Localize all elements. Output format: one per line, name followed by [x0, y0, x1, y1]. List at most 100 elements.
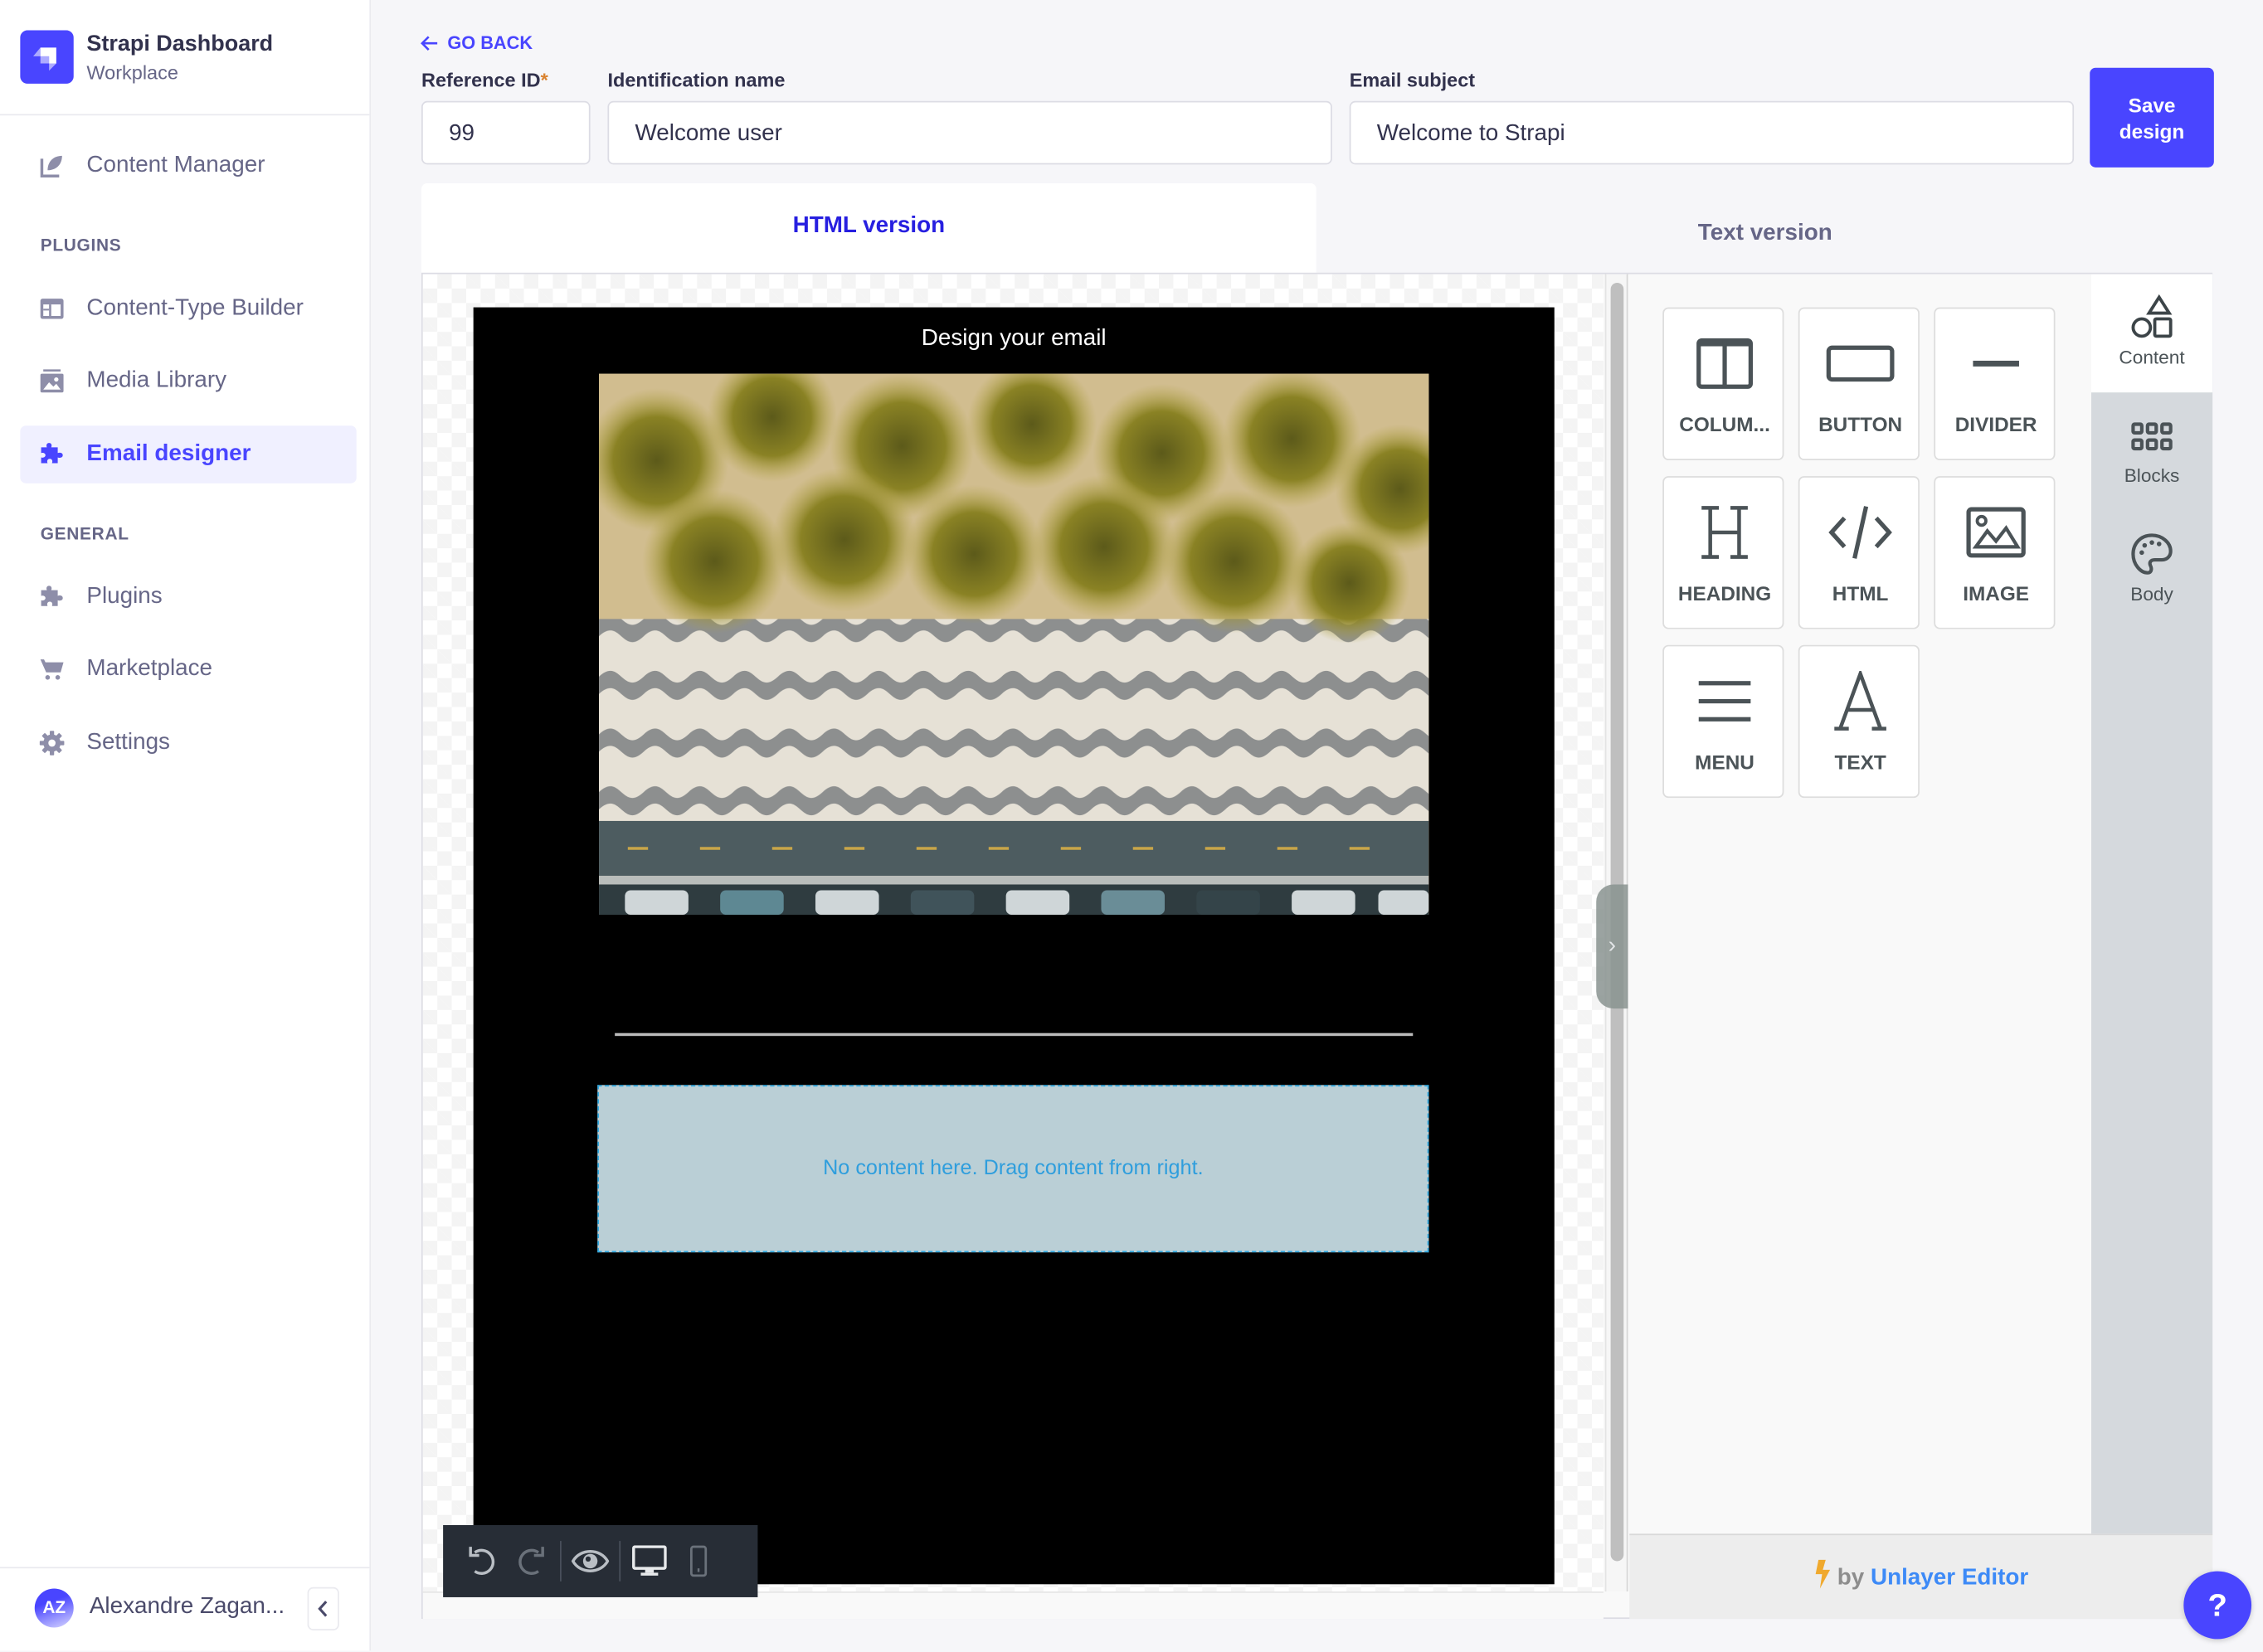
strapi-logo-icon — [20, 30, 74, 84]
required-mark: * — [540, 69, 548, 91]
tool-button[interactable]: BUTTON — [1798, 307, 1920, 460]
side-tab-body[interactable]: Body — [2091, 511, 2212, 629]
redo-button[interactable] — [507, 1537, 556, 1586]
user-name[interactable]: Alexandre Zagan... — [90, 1594, 285, 1620]
sidebar-item-email-designer[interactable]: Email designer — [20, 425, 357, 483]
blocks-grid-icon — [2091, 421, 2212, 468]
footer-by: by — [1837, 1565, 1865, 1591]
text-icon — [1800, 671, 1921, 731]
sidebar-item-marketplace[interactable]: Marketplace — [20, 640, 356, 698]
image-icon — [39, 368, 65, 394]
tool-label: HTML — [1832, 581, 1889, 605]
undo-icon — [469, 1547, 495, 1575]
tool-label: DIVIDER — [1954, 412, 2037, 436]
tab-html-version[interactable]: HTML version — [421, 182, 1316, 273]
shapes-icon — [2091, 294, 2212, 341]
empty-dropzone[interactable]: No content here. Drag content from right… — [597, 1085, 1429, 1253]
sidebar-item-label: Content Manager — [86, 153, 265, 177]
preview-eye-icon — [571, 1549, 610, 1572]
identification-name-input[interactable]: Welcome user — [607, 100, 1332, 165]
feather-icon — [39, 153, 65, 178]
sidebar-item-settings[interactable]: Settings — [20, 714, 356, 772]
side-tab-label: Content — [2119, 346, 2185, 368]
tool-label: IMAGE — [1963, 581, 2030, 605]
email-heading[interactable]: Design your email — [474, 326, 1555, 352]
collapse-sidebar-button[interactable] — [307, 1586, 339, 1630]
sidebar-item-label: Marketplace — [86, 656, 213, 682]
brand-header: Strapi Dashboard Workplace — [0, 0, 370, 116]
puzzle-icon — [39, 441, 65, 467]
user-bar: AZ Alexandre Zagan... — [0, 1567, 370, 1652]
chevron-left-icon — [318, 1601, 328, 1617]
tool-menu[interactable]: MENU — [1662, 644, 1784, 799]
sidebar-item-label: Content-Type Builder — [86, 295, 304, 321]
go-back-label: GO BACK — [447, 33, 533, 54]
toolbar-separator — [619, 1541, 621, 1582]
help-button[interactable]: ? — [2183, 1571, 2252, 1640]
arrow-left-icon — [421, 36, 438, 51]
mobile-view-icon — [689, 1545, 708, 1577]
sidebar-item-label: Settings — [86, 730, 170, 755]
avatar[interactable]: AZ — [34, 1588, 74, 1628]
tool-html[interactable]: HTML — [1798, 476, 1920, 629]
unlayer-link[interactable]: Unlayer Editor — [1871, 1566, 2028, 1591]
tool-label: BUTTON — [1818, 412, 1903, 436]
tool-label: COLUM... — [1679, 412, 1770, 436]
tool-label: MENU — [1695, 750, 1754, 774]
sidebar: Strapi Dashboard Workplace Content Manag… — [0, 0, 372, 1652]
identification-name-label: Identification name — [607, 69, 786, 91]
gear-icon — [39, 730, 65, 756]
preview-button[interactable] — [566, 1537, 615, 1586]
puzzle-icon — [39, 585, 65, 610]
brand-subtitle: Workplace — [86, 61, 178, 84]
tool-label: HEADING — [1677, 581, 1772, 605]
toolbar-separator — [560, 1541, 562, 1582]
beach-photo-image — [599, 373, 1429, 916]
unlayer-footer: by Unlayer Editor — [1629, 1533, 2213, 1620]
code-icon — [1800, 503, 1921, 561]
tool-heading[interactable]: HEADING — [1662, 476, 1784, 629]
image-icon — [1935, 503, 2056, 561]
undo-button[interactable] — [458, 1537, 507, 1586]
section-title-general: GENERAL — [40, 523, 129, 544]
divider-icon — [1935, 335, 2056, 393]
tab-text-version[interactable]: Text version — [1317, 192, 2213, 275]
save-design-label: Save design — [2119, 93, 2185, 143]
reference-id-label-text: Reference ID — [421, 69, 541, 91]
save-design-button[interactable]: Save design — [2090, 67, 2214, 168]
email-subject-input[interactable]: Welcome to Strapi — [1349, 100, 2075, 165]
sidebar-item-label: Plugins — [86, 584, 163, 610]
desktop-view-button[interactable] — [625, 1537, 674, 1586]
mobile-view-button[interactable] — [674, 1537, 723, 1586]
side-tab-blocks[interactable]: Blocks — [2091, 392, 2212, 511]
side-tab-content[interactable]: Content — [2090, 274, 2213, 393]
toggle-panel-handle[interactable]: › — [1596, 884, 1628, 1009]
tool-label: TEXT — [1834, 750, 1886, 774]
tool-image[interactable]: IMAGE — [1934, 476, 2056, 629]
side-tab-label: Body — [2130, 582, 2173, 605]
bolt-icon — [1814, 1559, 1830, 1589]
email-body[interactable]: Design your email No content here. Drag … — [473, 307, 1555, 1585]
sidebar-item-content-manager[interactable]: Content Manager — [20, 137, 356, 195]
go-back-link[interactable]: GO BACK — [420, 33, 533, 53]
email-image[interactable] — [599, 373, 1429, 916]
tool-text[interactable]: TEXT — [1798, 644, 1921, 799]
reference-id-input[interactable]: 99 — [421, 100, 591, 165]
tool-columns[interactable]: COLUM... — [1662, 307, 1785, 460]
section-title-plugins: PLUGINS — [40, 235, 122, 255]
tool-divider[interactable]: DIVIDER — [1934, 307, 2056, 460]
cart-icon — [39, 657, 65, 683]
reference-id-label: Reference ID* — [421, 70, 548, 91]
sidebar-item-plugins[interactable]: Plugins — [20, 568, 356, 626]
palette-icon — [2091, 531, 2212, 577]
chevron-right-icon: › — [1608, 933, 1616, 959]
email-divider[interactable] — [615, 1032, 1414, 1037]
columns-icon — [1664, 335, 1785, 393]
sidebar-item-label: Media Library — [86, 367, 227, 393]
sidebar-item-content-type-builder[interactable]: Content-Type Builder — [20, 280, 356, 338]
editor-side-tabs: Content Blocks Body — [2090, 274, 2213, 1534]
brand-title: Strapi Dashboard — [86, 32, 274, 56]
redo-icon — [518, 1547, 544, 1575]
layout-icon — [39, 296, 65, 322]
sidebar-item-media-library[interactable]: Media Library — [20, 352, 356, 411]
